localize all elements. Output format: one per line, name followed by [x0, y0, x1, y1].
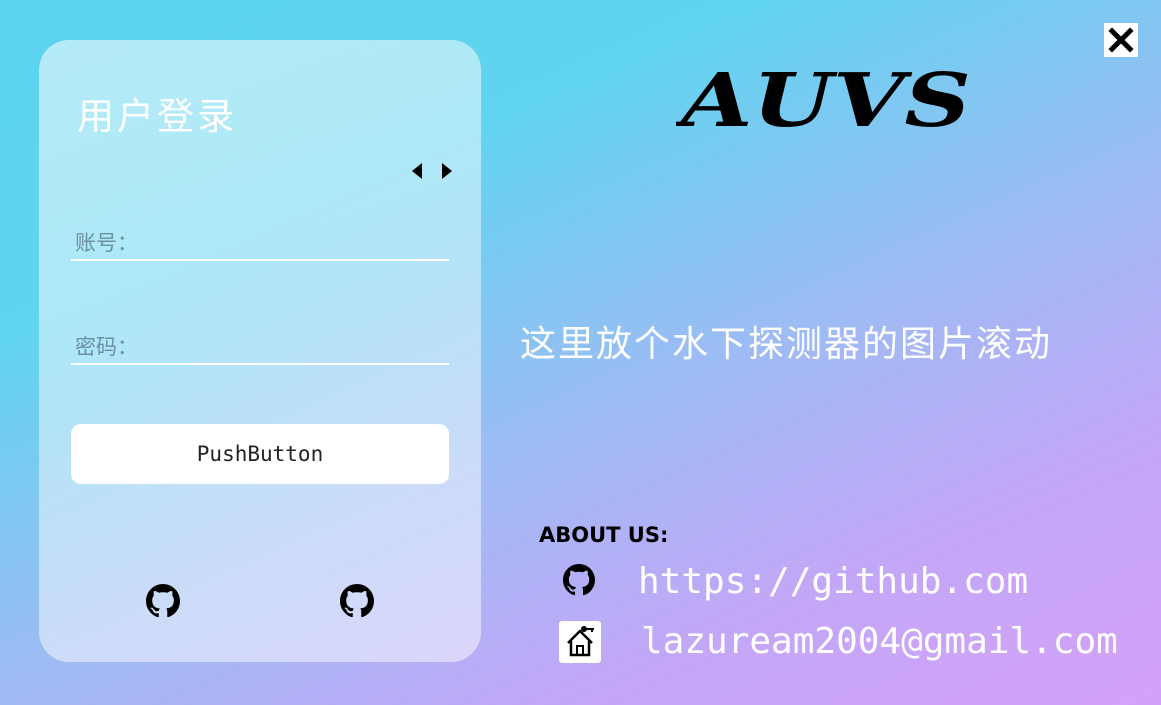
github-link[interactable]: https://github.com — [638, 561, 1028, 602]
logo-text: AUVS — [676, 58, 971, 142]
caret-left-icon[interactable] — [410, 163, 424, 179]
home-icon-button[interactable] — [559, 621, 601, 663]
login-card: 用户登录 账号： 密码： PushButton — [39, 40, 481, 662]
account-label: 账号： — [75, 231, 138, 255]
login-title: 用户登录 — [77, 95, 237, 138]
account-input[interactable] — [133, 227, 447, 259]
logo: AUVS — [676, 58, 971, 142]
push-button[interactable]: PushButton — [71, 424, 449, 484]
about-title: ABOUT US: — [539, 523, 669, 547]
close-icon[interactable] — [1104, 23, 1138, 57]
password-field: 密码： — [71, 331, 449, 365]
account-field: 账号： — [71, 227, 449, 261]
email-text: lazuream2004@gmail.com — [641, 621, 1118, 662]
github-icon[interactable] — [563, 564, 595, 596]
github-icon[interactable] — [146, 584, 180, 618]
image-carousel-placeholder: 这里放个水下探测器的图片滚动 — [520, 324, 1053, 365]
home-icon — [567, 626, 594, 657]
password-input[interactable] — [133, 331, 447, 363]
github-icon[interactable] — [340, 584, 374, 618]
caret-right-icon[interactable] — [440, 163, 454, 179]
password-label: 密码： — [75, 335, 138, 359]
